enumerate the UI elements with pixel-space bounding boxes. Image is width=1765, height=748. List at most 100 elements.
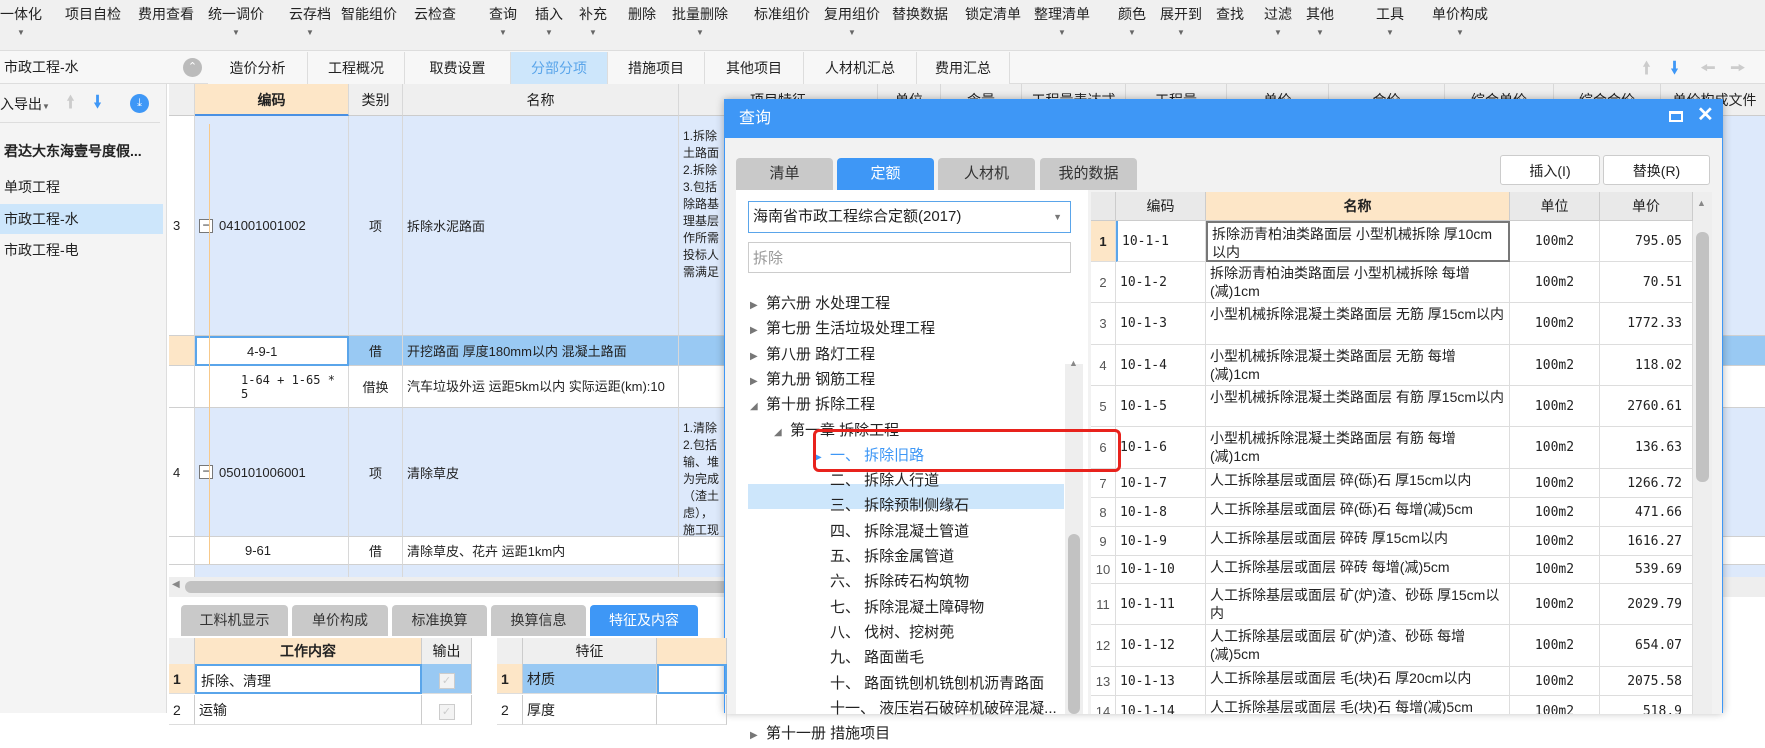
- feature-value-cell[interactable]: [657, 664, 727, 694]
- tab-1[interactable]: 造价分析: [208, 52, 308, 84]
- tree-item[interactable]: ▶ 第六册 水处理工程: [750, 291, 890, 316]
- tree-item[interactable]: 三、 拆除预制侧缘石: [814, 493, 969, 518]
- expand-triangle-icon[interactable]: ▶: [814, 445, 830, 470]
- result-cell-name[interactable]: 拆除沥青柏油类路面层 小型机械拆除 每增(减)1cm: [1206, 262, 1510, 303]
- toolbar-2-button[interactable]: 项目自检: [65, 4, 121, 36]
- grid-cell-name[interactable]: 汽车垃圾外运 运距5km以内 实际运距(km):10: [403, 366, 679, 408]
- grid-cell-type[interactable]: 项: [349, 408, 403, 537]
- toolbar-10-button[interactable]: 补充 ▼: [579, 4, 607, 37]
- output-checkbox[interactable]: ✓: [438, 704, 455, 720]
- up-arrow-icon[interactable]: 🠙: [66, 90, 75, 120]
- result-cell-unit[interactable]: 100m2: [1510, 262, 1600, 303]
- result-cell-code[interactable]: 10-1-1: [1116, 221, 1206, 262]
- column-header[interactable]: 名称: [403, 84, 679, 116]
- toolbar-11-button[interactable]: 删除: [628, 4, 656, 36]
- result-cell-name[interactable]: 人工拆除基层或面层 碎(砾)石 每增(减)5cm: [1206, 498, 1510, 527]
- result-cell-price[interactable]: 70.51: [1600, 262, 1693, 303]
- result-cell-unit[interactable]: 100m2: [1510, 696, 1600, 714]
- result-cell-price[interactable]: 1266.72: [1600, 469, 1693, 498]
- grid-cell-code[interactable]: −050101006001: [195, 408, 349, 537]
- result-cell-unit[interactable]: 100m2: [1510, 345, 1600, 386]
- column-header[interactable]: [169, 84, 195, 116]
- result-cell-code[interactable]: 10-1-13: [1116, 667, 1206, 696]
- collapse-triangle-icon[interactable]: ◢: [774, 420, 790, 445]
- feature-value-cell[interactable]: [657, 695, 727, 725]
- result-cell-price[interactable]: 2075.58: [1600, 667, 1693, 696]
- result-cell-code[interactable]: 10-1-2: [1116, 262, 1206, 303]
- tree-item[interactable]: ▶ 第九册 钢筋工程: [750, 367, 875, 392]
- grid-cell-code[interactable]: 9-61: [195, 537, 349, 565]
- result-cell-unit[interactable]: 100m2: [1510, 527, 1600, 556]
- tab-3[interactable]: 取费设置: [405, 52, 511, 84]
- result-cell-name[interactable]: 小型机械拆除混凝土类路面层 无筋 每增(减)1cm: [1206, 345, 1510, 386]
- results-column-header[interactable]: [1091, 192, 1116, 221]
- work-content-cell[interactable]: 运输: [195, 695, 422, 725]
- maximize-icon[interactable]: [1669, 111, 1683, 122]
- insert-button[interactable]: 插入(I): [1500, 155, 1600, 185]
- result-cell-name[interactable]: 人工拆除基层或面层 毛(块)石 每增(减)5cm: [1206, 696, 1510, 714]
- expand-triangle-icon[interactable]: ▶: [750, 369, 766, 394]
- toolbar-12-button[interactable]: 批量删除 ▼: [672, 4, 728, 37]
- dialog-tab-2[interactable]: 定额: [837, 158, 934, 190]
- toolbar-1-button[interactable]: 一体化 ▼: [0, 4, 42, 37]
- result-cell-code[interactable]: 10-1-7: [1116, 469, 1206, 498]
- tab-7[interactable]: 人材机汇总: [804, 52, 917, 84]
- result-cell-unit[interactable]: 100m2: [1510, 303, 1600, 345]
- tab-4[interactable]: 分部分项: [511, 52, 608, 84]
- result-cell-code[interactable]: 10-1-4: [1116, 345, 1206, 386]
- result-cell-code[interactable]: 10-1-5: [1116, 386, 1206, 427]
- close-icon[interactable]: ✕: [1697, 102, 1714, 127]
- result-cell-unit[interactable]: 100m2: [1510, 427, 1600, 469]
- bottom-tab-4[interactable]: 换算信息: [491, 605, 586, 636]
- dialog-tab-4[interactable]: 我的数据: [1040, 158, 1137, 190]
- result-cell-code[interactable]: 10-1-8: [1116, 498, 1206, 527]
- result-cell-name[interactable]: 小型机械拆除混凝土类路面层 无筋 厚15cm以内: [1206, 303, 1510, 345]
- result-cell-name[interactable]: 人工拆除基层或面层 碎(砾)石 厚15cm以内: [1206, 469, 1510, 498]
- result-cell-price[interactable]: 2029.79: [1600, 584, 1693, 625]
- bottom-tab-1[interactable]: 工料机显示: [181, 605, 288, 636]
- result-cell-code[interactable]: 10-1-14: [1116, 696, 1206, 714]
- column-header[interactable]: 类别: [349, 84, 403, 116]
- result-cell-unit[interactable]: 100m2: [1510, 625, 1600, 667]
- column-header[interactable]: 编码: [195, 84, 349, 116]
- scrollbar-thumb[interactable]: [1068, 534, 1080, 714]
- toolbar-18-button[interactable]: 颜色 ▼: [1118, 4, 1146, 37]
- result-cell-name[interactable]: 小型机械拆除混凝土类路面层 有筋 每增(减)1cm: [1206, 427, 1510, 469]
- feature-value-header[interactable]: [657, 638, 727, 664]
- toolbar-4-button[interactable]: 统一调价 ▼: [208, 4, 264, 37]
- tree-item[interactable]: 六、 拆除砖石构筑物: [814, 569, 969, 594]
- result-cell-name[interactable]: 小型机械拆除混凝土类路面层 有筋 厚15cm以内: [1206, 386, 1510, 427]
- result-cell-name[interactable]: 人工拆除基层或面层 碎砖 厚15cm以内: [1206, 527, 1510, 556]
- grid-cell-name[interactable]: 拆除水泥路面: [403, 116, 679, 336]
- results-column-header[interactable]: 名称: [1206, 192, 1510, 221]
- toolbar-5-button[interactable]: 云存档 ▼: [289, 4, 331, 37]
- result-cell-name[interactable]: 人工拆除基层或面层 碎砖 每增(减)5cm: [1206, 556, 1510, 584]
- result-cell-code[interactable]: 10-1-10: [1116, 556, 1206, 584]
- grid-cell-code[interactable]: −041001001002: [195, 116, 349, 336]
- result-cell-unit[interactable]: 100m2: [1510, 221, 1600, 262]
- output-checkbox[interactable]: ✓: [438, 673, 455, 689]
- work-content-header[interactable]: 工作内容: [195, 638, 422, 664]
- bottom-tab-2[interactable]: 单价构成: [292, 605, 388, 636]
- collapse-panel-icon[interactable]: ⌃: [183, 58, 202, 77]
- move-down-icon[interactable]: 🠛: [1670, 56, 1679, 86]
- grid-cell-type[interactable]: 借: [349, 336, 403, 366]
- tab-8[interactable]: 费用汇总: [917, 52, 1010, 84]
- result-cell-code[interactable]: 10-1-3: [1116, 303, 1206, 345]
- toolbar-9-button[interactable]: 插入 ▼: [535, 4, 563, 37]
- download-icon[interactable]: ⤓: [130, 94, 149, 113]
- move-up-icon[interactable]: 🠙: [1642, 56, 1651, 86]
- scroll-up-icon[interactable]: ▲: [1069, 358, 1078, 368]
- toolbar-22-button[interactable]: 其他 ▼: [1306, 4, 1334, 37]
- toolbar-16-button[interactable]: 锁定清单: [965, 4, 1021, 36]
- expand-triangle-icon[interactable]: ▶: [750, 318, 766, 343]
- project-tree-item[interactable]: 单项工程: [0, 172, 163, 202]
- project-tree-item[interactable]: 市政工程-水: [0, 204, 163, 234]
- collapse-row-icon[interactable]: −: [199, 465, 213, 479]
- output-header[interactable]: 输出: [422, 638, 472, 664]
- toolbar-21-button[interactable]: 过滤 ▼: [1264, 4, 1292, 37]
- result-cell-code[interactable]: 10-1-11: [1116, 584, 1206, 625]
- tree-item[interactable]: 五、 拆除金属管道: [814, 544, 954, 569]
- result-cell-name[interactable]: 人工拆除基层或面层 毛(块)石 厚20cm以内: [1206, 667, 1510, 696]
- tab-6[interactable]: 其他项目: [705, 52, 804, 84]
